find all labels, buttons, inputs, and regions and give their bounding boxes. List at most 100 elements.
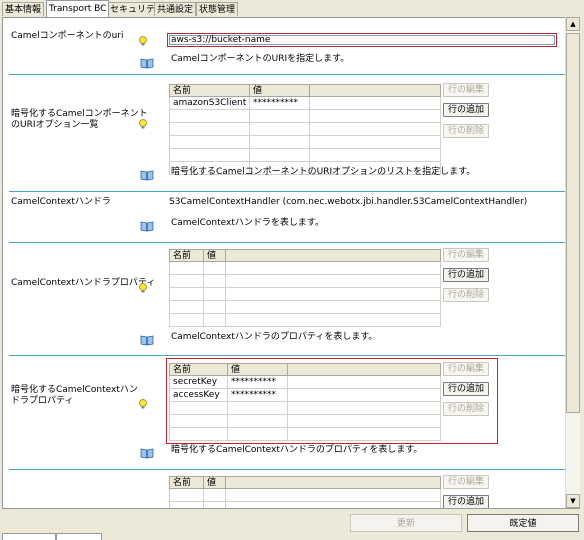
- separator: [9, 74, 565, 75]
- vertical-scrollbar[interactable]: ▲ ▼: [565, 17, 580, 508]
- cell: [203, 488, 226, 502]
- column-header-value[interactable]: 値: [227, 363, 288, 376]
- column-header-name[interactable]: 名前: [169, 363, 228, 376]
- column-header-blank: [225, 249, 441, 262]
- cell: [225, 313, 441, 327]
- add-row-button[interactable]: 行の追加: [443, 495, 489, 508]
- table-row[interactable]: [169, 488, 441, 502]
- encrypted-handler-properties-label: 暗号化するCamelContextハン ドラプロパティ: [11, 385, 138, 407]
- settings-panel: Camelコンポーネントのuri aws-s3://bucket-name Ca…: [2, 17, 580, 509]
- cell: [309, 148, 441, 162]
- cell: [225, 300, 441, 314]
- table-row[interactable]: secretKey **********: [169, 375, 441, 389]
- table-row[interactable]: [169, 148, 441, 162]
- column-header-value[interactable]: 値: [203, 249, 226, 262]
- table-row[interactable]: [169, 287, 441, 301]
- handler-properties-table[interactable]: 名前 値: [169, 249, 441, 327]
- tab-transport-bc[interactable]: Transport BC: [46, 0, 110, 17]
- cell: [287, 388, 441, 402]
- cell: **********: [227, 375, 288, 389]
- uri-label: Camelコンポーネントのuri: [11, 31, 124, 41]
- cell: [309, 122, 441, 136]
- column-header-value[interactable]: 値: [249, 84, 310, 97]
- default-button[interactable]: 既定値: [467, 514, 579, 532]
- add-row-button[interactable]: 行の追加: [443, 382, 489, 396]
- cell: [169, 414, 228, 428]
- cell: [203, 287, 226, 301]
- table-row[interactable]: [169, 401, 441, 415]
- table-row[interactable]: [169, 300, 441, 314]
- cell: [203, 313, 226, 327]
- column-header-value[interactable]: 値: [203, 476, 226, 489]
- cell: [169, 313, 204, 327]
- delete-row-button[interactable]: 行の削除: [443, 402, 489, 416]
- column-header-name[interactable]: 名前: [169, 84, 250, 97]
- column-header-blank: [309, 84, 441, 97]
- label-line-1: 暗号化するCamelコンポーネント: [11, 109, 148, 119]
- table-row[interactable]: amazonS3Client **********: [169, 96, 441, 110]
- edit-row-button[interactable]: 行の編集: [443, 248, 489, 262]
- column-header-blank: [225, 476, 441, 489]
- label-line-2: ドラプロパティ: [11, 396, 74, 406]
- info-bulb-icon: [139, 283, 147, 293]
- delete-row-button[interactable]: 行の削除: [443, 124, 489, 138]
- cell: [225, 488, 441, 502]
- table-row[interactable]: accessKey **********: [169, 388, 441, 402]
- help-book-icon: [140, 221, 154, 232]
- cell: [227, 401, 288, 415]
- help-book-icon: [140, 58, 154, 69]
- table-row[interactable]: [169, 135, 441, 149]
- scroll-up-arrow-icon[interactable]: ▲: [566, 17, 580, 31]
- column-header-name[interactable]: 名前: [169, 476, 204, 489]
- cell: [287, 401, 441, 415]
- tab-bar: 基本情報 Transport BC セキュリティ 共通設定 状態管理: [0, 0, 584, 17]
- tab-common-settings[interactable]: 共通設定: [154, 2, 197, 16]
- cell: [225, 501, 441, 508]
- cell: [169, 488, 204, 502]
- table-row[interactable]: [169, 109, 441, 123]
- table-row[interactable]: [169, 313, 441, 327]
- cell: [227, 427, 288, 441]
- scrollbar-thumb[interactable]: [566, 33, 580, 413]
- edit-row-button[interactable]: 行の編集: [443, 362, 489, 376]
- edit-row-button[interactable]: 行の編集: [443, 475, 489, 489]
- uri-description: CamelコンポーネントのURIを指定します。: [171, 54, 350, 64]
- cell: accessKey: [169, 388, 228, 402]
- extra-properties-table[interactable]: 名前 値: [169, 476, 441, 508]
- column-header-name[interactable]: 名前: [169, 249, 204, 262]
- delete-row-button[interactable]: 行の削除: [443, 288, 489, 302]
- cell: [249, 148, 310, 162]
- uri-options-table[interactable]: 名前 値 amazonS3Client **********: [169, 84, 441, 175]
- handler-properties-description: CamelContextハンドラのプロパティを表します。: [171, 332, 378, 342]
- cell: [203, 274, 226, 288]
- encrypted-handler-properties-table[interactable]: 名前 値 secretKey ********** accessKey ******…: [169, 363, 441, 441]
- edit-row-button[interactable]: 行の編集: [443, 83, 489, 97]
- cell: [203, 300, 226, 314]
- table-row[interactable]: [169, 261, 441, 275]
- cell: **********: [249, 96, 310, 110]
- cell: [309, 109, 441, 123]
- label-line-1: 暗号化するCamelContextハン: [11, 385, 138, 395]
- column-header-blank: [287, 363, 441, 376]
- table-row[interactable]: [169, 501, 441, 508]
- tab-basic-info[interactable]: 基本情報: [2, 2, 45, 16]
- tab-status-management[interactable]: 状態管理: [196, 2, 239, 16]
- table-row[interactable]: [169, 414, 441, 428]
- add-row-button[interactable]: 行の追加: [443, 268, 489, 282]
- cell: [169, 401, 228, 415]
- table-row[interactable]: [169, 122, 441, 136]
- table-row[interactable]: [169, 274, 441, 288]
- update-button[interactable]: 更新: [350, 514, 462, 532]
- separator: [9, 469, 565, 470]
- table-row[interactable]: [169, 427, 441, 441]
- cell: [249, 109, 310, 123]
- add-row-button[interactable]: 行の追加: [443, 103, 489, 117]
- scroll-down-arrow-icon[interactable]: ▼: [566, 494, 580, 508]
- label-line-2: のURIオプション一覧: [11, 120, 99, 130]
- uri-options-description: 暗号化するCamelコンポーネントのURIオプションのリストを指定します。: [171, 167, 476, 177]
- cell: [225, 261, 441, 275]
- uri-input[interactable]: aws-s3://bucket-name: [167, 33, 557, 47]
- table-header-row: 名前 値: [169, 249, 441, 262]
- cell: [287, 375, 441, 389]
- cell: amazonS3Client: [169, 96, 250, 110]
